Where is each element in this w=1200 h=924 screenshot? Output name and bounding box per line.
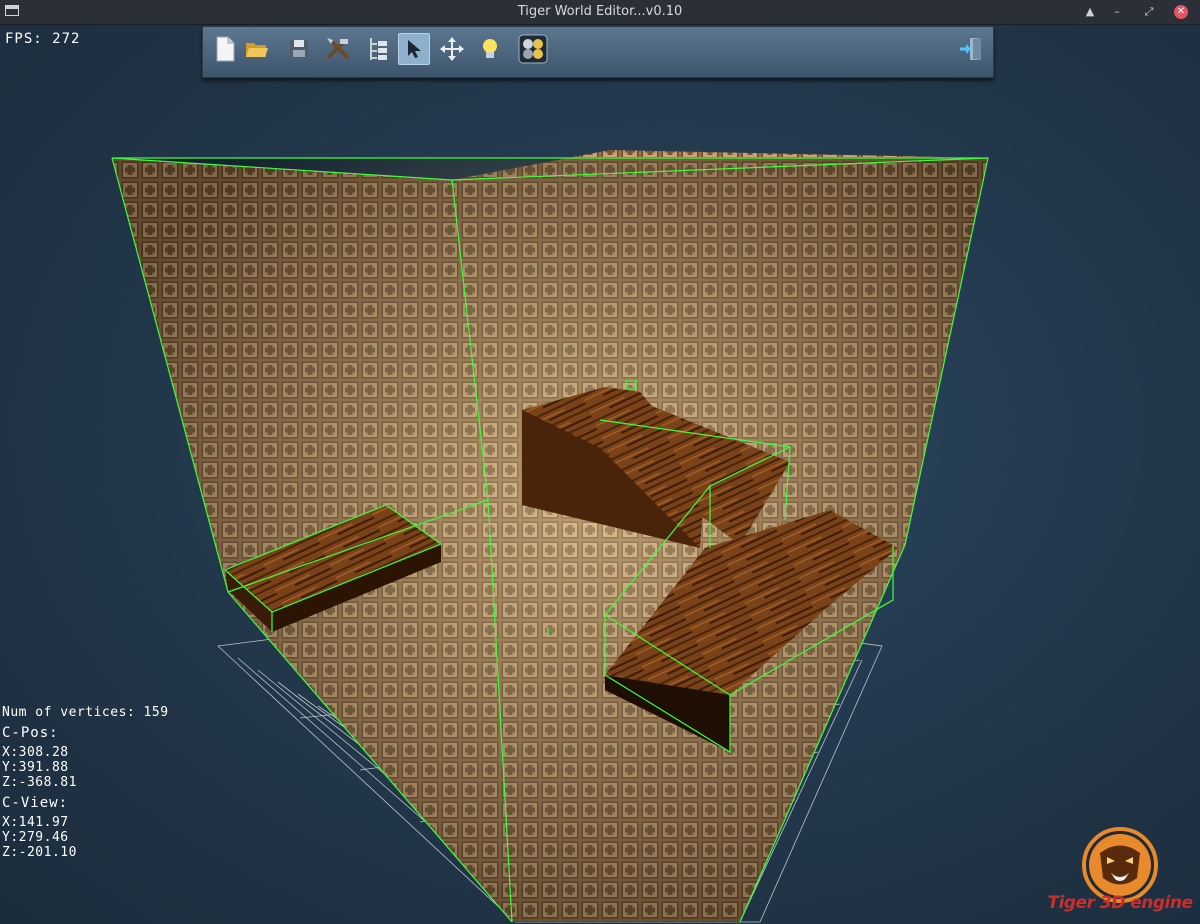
fps-counter: FPS: 272	[5, 31, 81, 47]
close-button[interactable]: ✕	[1174, 5, 1188, 19]
open-folder-icon[interactable]	[241, 33, 273, 65]
keep-above-button[interactable]: ▲	[1080, 3, 1100, 21]
materials-icon[interactable]	[517, 33, 549, 65]
tools-icon[interactable]	[322, 33, 354, 65]
3d-viewport[interactable]: FPS: 272 Num of vertices: 159 C-Pos: X:3…	[0, 25, 1200, 924]
scene-render	[111, 150, 989, 923]
save-icon[interactable]	[283, 33, 315, 65]
light-bulb-icon[interactable]	[474, 33, 506, 65]
camera-position-x: X:308.28	[2, 745, 69, 760]
main-toolbar	[202, 26, 994, 78]
hierarchy-tree-icon[interactable]	[361, 33, 393, 65]
engine-logo-text: Tiger 3D engine	[1047, 893, 1193, 913]
move-arrows-icon[interactable]	[436, 33, 468, 65]
camera-view-label: C-View:	[2, 795, 69, 811]
window-titlebar[interactable]: Tiger World Editor...v0.10 ▲ – ⤢ ✕	[0, 0, 1200, 25]
window-title: Tiger World Editor...v0.10	[517, 4, 683, 19]
select-cursor-icon[interactable]	[398, 33, 430, 65]
maximize-button[interactable]: ⤢	[1139, 3, 1159, 21]
camera-position-z: Z:-368.81	[2, 775, 77, 790]
new-file-icon[interactable]	[209, 33, 241, 65]
minimize-button[interactable]: –	[1107, 3, 1127, 21]
camera-position-y: Y:391.88	[2, 760, 69, 775]
engine-logo: Tiger 3D engine	[1045, 823, 1195, 923]
exit-icon[interactable]	[955, 33, 987, 65]
camera-view-z: Z:-201.10	[2, 845, 77, 860]
vertex-count: Num of vertices: 159	[2, 705, 169, 720]
camera-view-y: Y:279.46	[2, 830, 69, 845]
camera-position-label: C-Pos:	[2, 725, 59, 741]
camera-view-x: X:141.97	[2, 815, 69, 830]
